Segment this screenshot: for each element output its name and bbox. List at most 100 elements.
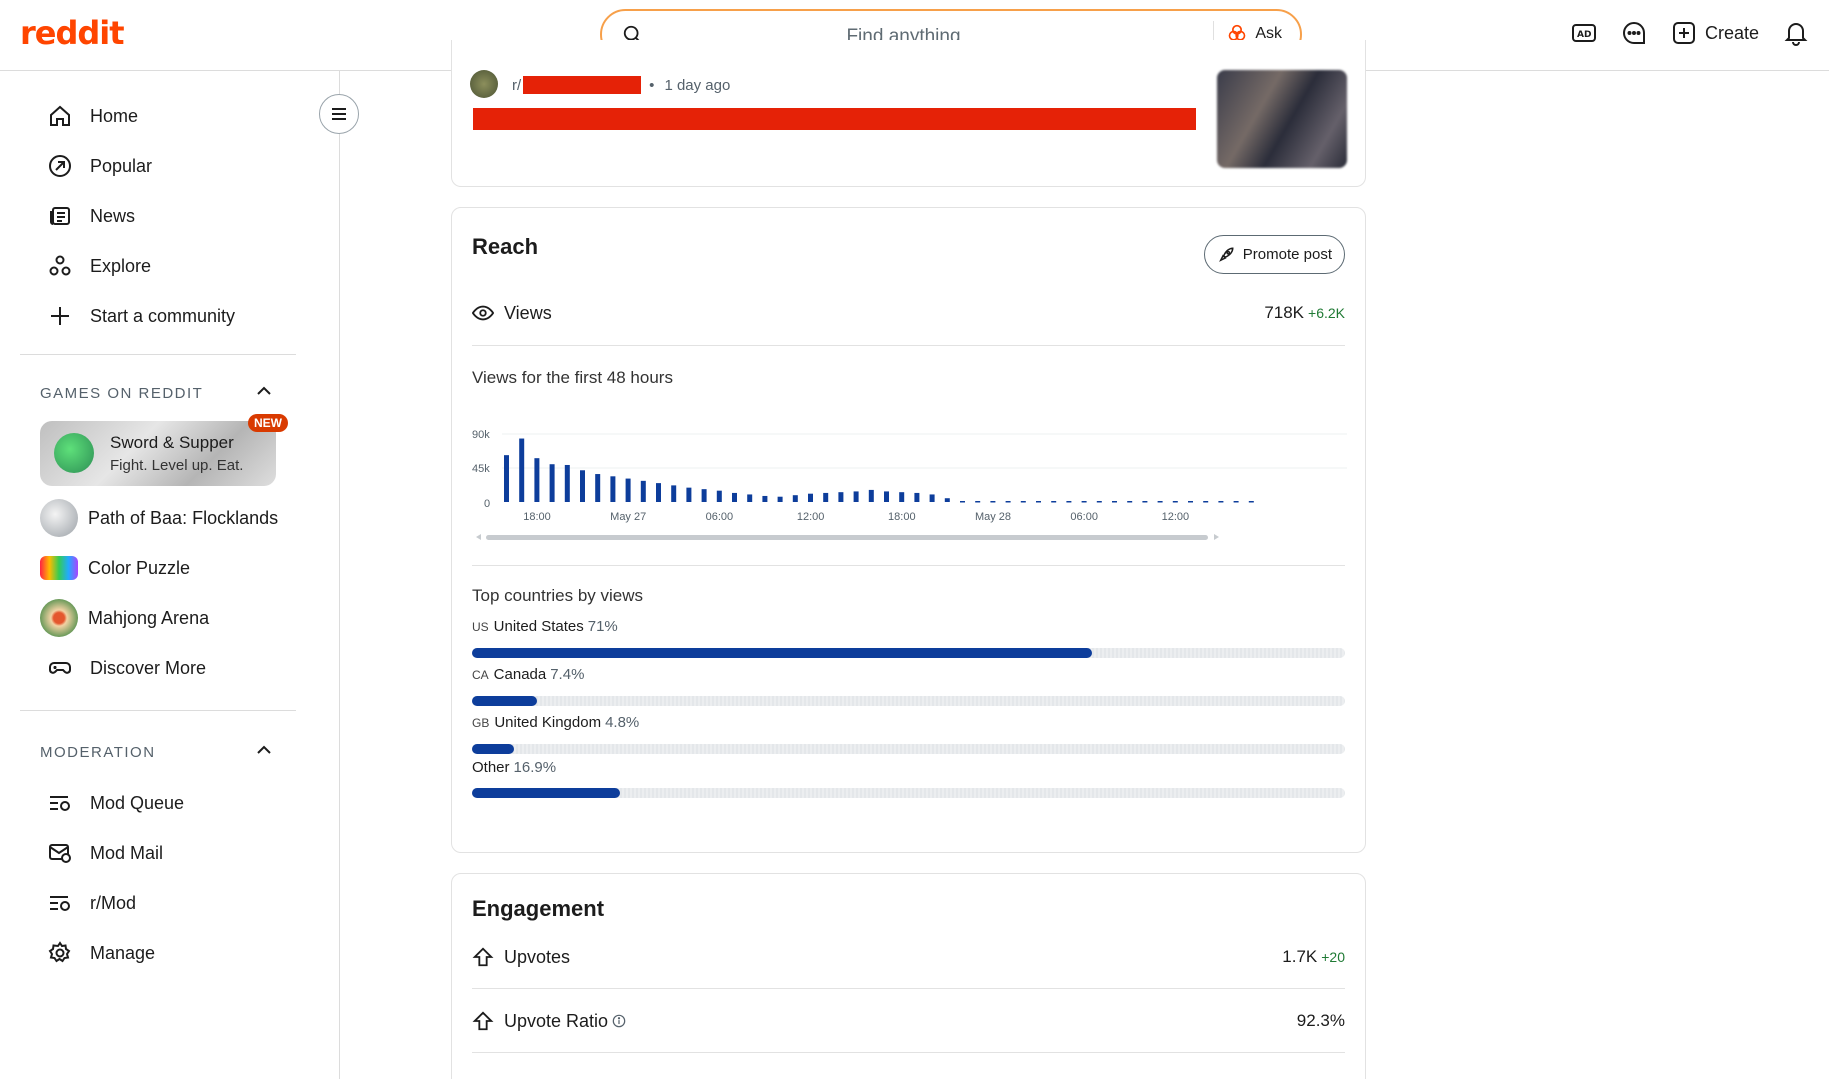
sidebar-item-mod-queue[interactable]: Mod Queue — [48, 788, 184, 818]
sidebar-item-label: Mod Mail — [90, 842, 164, 863]
sidebar-item-news[interactable]: News — [48, 201, 135, 231]
chart-scrollbar[interactable] — [486, 535, 1208, 540]
advertise-button[interactable]: AD — [1571, 20, 1597, 46]
upvote-ratio-label: Upvote Ratio — [504, 1010, 609, 1031]
x-tick-label: 18:00 — [888, 511, 916, 523]
views-row: Views 718K +6.2K — [472, 298, 1345, 328]
chart-bar[interactable] — [534, 458, 540, 502]
featured-game-card[interactable]: Sword & Supper Fight. Level up. Eat. — [40, 421, 276, 486]
chart-bar[interactable] — [519, 438, 525, 502]
x-tick-label: May 28 — [975, 511, 1011, 523]
create-button[interactable]: Create — [1671, 20, 1759, 46]
chart-bar[interactable] — [808, 493, 813, 502]
x-tick-label: 06:00 — [706, 511, 734, 523]
engagement-title: Engagement — [472, 896, 605, 921]
chart-bar[interactable] — [747, 494, 753, 502]
chat-button[interactable] — [1621, 20, 1647, 46]
chart-bar[interactable] — [686, 487, 692, 502]
games-section-header[interactable]: GAMES ON REDDIT — [40, 385, 203, 402]
chart-bar[interactable] — [838, 492, 844, 502]
chart-bar[interactable] — [701, 489, 707, 502]
collapse-sidebar-button[interactable] — [319, 94, 359, 134]
chart-bar[interactable] — [671, 485, 677, 502]
chart-bar[interactable] — [640, 480, 646, 502]
chart-bar[interactable] — [580, 470, 585, 502]
x-tick-label: 18:00 — [523, 511, 551, 523]
notifications-button[interactable] — [1783, 20, 1809, 46]
chart-bar[interactable] — [823, 492, 829, 502]
country-bar-fill — [472, 648, 1092, 658]
mod-feed-icon — [50, 896, 70, 911]
chart-bar[interactable] — [944, 498, 950, 502]
meta-separator: • — [649, 76, 655, 94]
chart-placeholder-bar — [1020, 501, 1026, 503]
chart-bar[interactable] — [853, 491, 859, 502]
chart-placeholder-bar — [1066, 501, 1072, 503]
chart-bar[interactable] — [929, 494, 935, 502]
chart-bar[interactable] — [564, 464, 570, 502]
post-summary-card[interactable]: r/ • 1 day ago — [451, 40, 1366, 187]
chart-placeholder-bar — [1203, 501, 1209, 503]
chart-bar[interactable] — [610, 476, 616, 502]
x-tick-label: May 27 — [610, 511, 646, 523]
mahjong-icon — [40, 599, 78, 637]
reddit-logo[interactable]: reddit — [20, 14, 125, 52]
chart-bar[interactable] — [868, 489, 874, 502]
chart-placeholder-bar — [1248, 501, 1254, 503]
chart-bar[interactable] — [716, 490, 722, 502]
sidebar-item-popular[interactable]: Popular — [48, 151, 152, 181]
upvote-icon — [472, 947, 494, 967]
chart-placeholder-bar — [1036, 501, 1041, 503]
chart-bar[interactable] — [899, 492, 905, 502]
sidebar-item-manage[interactable]: Manage — [48, 938, 155, 968]
chevron-up-icon[interactable] — [254, 381, 274, 401]
chart-bar[interactable] — [914, 492, 920, 502]
chart-placeholder-bar — [1218, 501, 1224, 503]
scroll-right-arrow[interactable] — [1214, 534, 1219, 540]
country-bar-fill — [472, 696, 537, 706]
chevron-up-icon[interactable] — [254, 740, 274, 760]
scroll-left-arrow[interactable] — [476, 534, 481, 540]
country-percent: 16.9% — [513, 759, 557, 776]
divider — [472, 988, 1345, 989]
sidebar-item-home[interactable]: Home — [48, 101, 138, 131]
chart-bar[interactable] — [777, 496, 783, 502]
sidebar-item-label: Mahjong Arena — [88, 607, 210, 628]
chart-bar[interactable] — [732, 492, 737, 502]
sidebar-item-start-community[interactable]: Start a community — [48, 301, 235, 331]
country-percent: 7.4% — [550, 666, 585, 683]
sidebar-item-path-of-baa[interactable]: Path of Baa: Flocklands — [40, 499, 278, 537]
chart-bar[interactable] — [656, 483, 661, 502]
eye-icon — [472, 305, 494, 321]
bell-icon — [1784, 23, 1808, 46]
header-actions: AD Create — [1571, 20, 1809, 46]
sidebar-item-mod-mail[interactable]: Mod Mail — [48, 838, 163, 868]
chart-placeholder-bar — [1112, 501, 1117, 503]
chart-bar[interactable] — [762, 495, 768, 502]
country-bar-ca — [472, 696, 1345, 706]
chart-bar[interactable] — [792, 495, 798, 502]
chart-bar[interactable] — [549, 464, 555, 502]
country-code: GB — [472, 716, 490, 730]
country-percent: 4.8% — [605, 714, 640, 731]
upvotes-delta: +20 — [1321, 949, 1345, 965]
sidebar-item-mahjong-arena[interactable]: Mahjong Arena — [40, 599, 210, 637]
sidebar-item-discover-more[interactable]: Discover More — [48, 653, 206, 683]
x-axis-ticks: 18:00 May 27 06:00 12:00 18:00 May 28 06:00 12:… — [523, 511, 1189, 523]
x-tick-label: 06:00 — [1070, 511, 1098, 523]
moderation-section-header[interactable]: MODERATION — [40, 744, 156, 761]
chart-bar[interactable] — [504, 455, 509, 502]
sidebar-item-color-puzzle[interactable]: Color Puzzle — [40, 553, 190, 583]
info-icon[interactable] — [612, 1014, 626, 1028]
country-name: United Kingdom — [494, 714, 602, 731]
chart-bar[interactable] — [884, 491, 889, 502]
post-thumbnail[interactable] — [1217, 70, 1347, 168]
sidebar-item-r-mod[interactable]: r/Mod — [48, 888, 136, 918]
promote-post-button[interactable]: Promote post — [1203, 235, 1345, 274]
sidebar-item-label: Explore — [90, 255, 152, 276]
engagement-card: Engagement Upvotes 1.7K +20 Upvote Ratio … — [451, 873, 1366, 1079]
chart-bar[interactable] — [595, 474, 601, 502]
chart-bar[interactable] — [625, 478, 631, 502]
sidebar-item-explore[interactable]: Explore — [48, 251, 151, 281]
chart-placeholder-bar — [1127, 501, 1133, 503]
